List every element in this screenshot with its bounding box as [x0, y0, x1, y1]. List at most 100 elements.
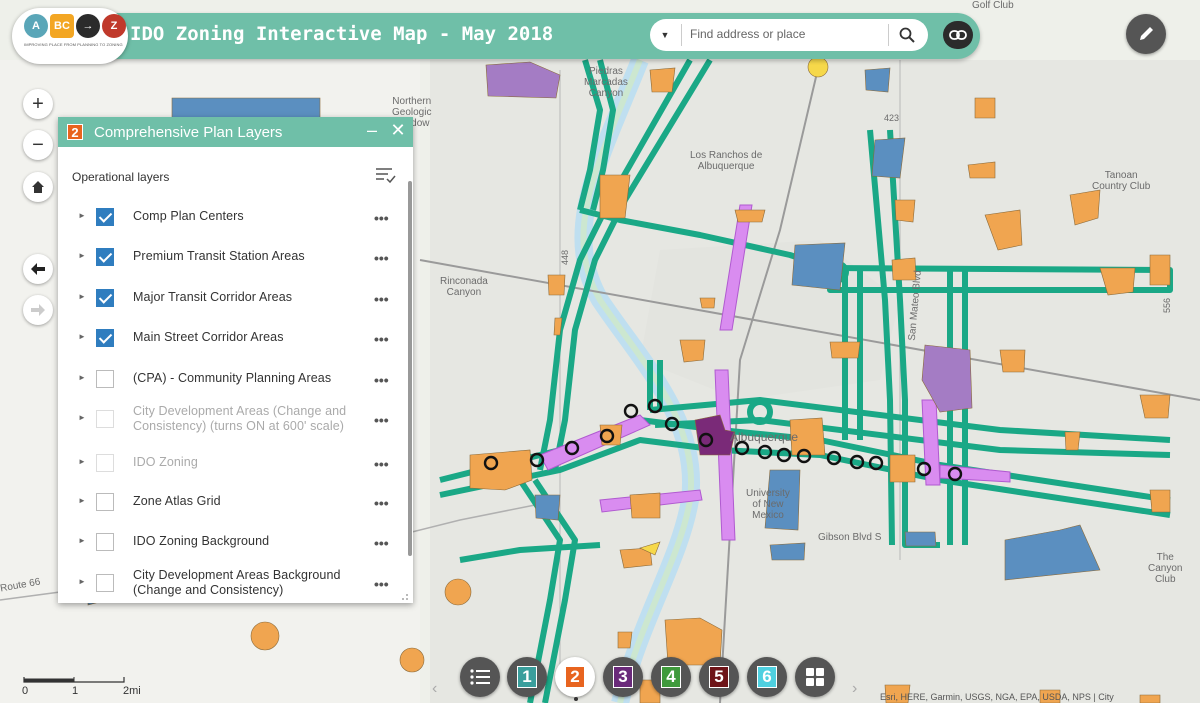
search-button[interactable] [894, 23, 920, 47]
logo-letter: BC [50, 14, 74, 38]
layer-visibility-checkbox[interactable] [96, 574, 114, 592]
home-button[interactable] [23, 172, 53, 202]
layer-row[interactable]: ► IDO Zoning Background ••• [58, 524, 408, 564]
layer-more-options-icon[interactable]: ••• [374, 291, 389, 307]
center-blue [791, 242, 846, 291]
next-extent-button[interactable] [23, 295, 53, 325]
layer-more-options-icon[interactable]: ••• [374, 250, 389, 266]
link-icon [949, 30, 967, 40]
expand-caret-icon[interactable]: ► [78, 211, 86, 220]
chevron-left-icon[interactable]: ‹ [432, 680, 437, 698]
layer-visibility-checkbox[interactable] [96, 533, 114, 551]
draw-tool-button[interactable] [1126, 14, 1166, 54]
previous-extent-button[interactable] [23, 254, 53, 284]
center-orange [734, 209, 766, 223]
center-yellow-circle [807, 56, 829, 78]
minimize-button[interactable]: – [364, 120, 380, 142]
widget-6-button[interactable]: 6 [747, 657, 787, 697]
widget-number: 4 [661, 666, 681, 688]
layer-row[interactable]: ► Premium Transit Station Areas ••• [58, 239, 408, 279]
layer-label: IDO Zoning [133, 455, 198, 469]
map-label: Rinconada Canyon [440, 276, 488, 298]
center-orange [974, 97, 996, 119]
layer-row[interactable]: ► IDO Zoning ••• [58, 445, 408, 485]
map-label: 556 [1162, 297, 1173, 314]
layer-more-options-icon[interactable]: ••• [374, 535, 389, 551]
expand-caret-icon[interactable]: ► [78, 457, 86, 466]
widget-5-button[interactable]: 5 [699, 657, 739, 697]
layer-visibility-checkbox[interactable] [96, 289, 114, 307]
center-orange [699, 297, 716, 309]
layer-visibility-checkbox[interactable] [96, 208, 114, 226]
scrollbar[interactable] [408, 181, 412, 556]
zoom-in-button[interactable]: + [23, 89, 53, 119]
layer-visibility-checkbox[interactable] [96, 329, 114, 347]
layer-visibility-checkbox[interactable] [96, 493, 114, 511]
widget-number: 5 [709, 666, 729, 688]
layer-list-widget-button[interactable] [460, 657, 500, 697]
search-source-dropdown[interactable]: ▼ [650, 19, 680, 51]
layer-label: Major Transit Corridor Areas [133, 290, 293, 304]
expand-caret-icon[interactable]: ► [78, 536, 86, 545]
minus-icon: − [32, 133, 44, 156]
expand-caret-icon[interactable]: ► [78, 332, 86, 341]
center-orange [679, 339, 706, 363]
grid-icon [806, 668, 824, 686]
expand-caret-icon[interactable]: ► [78, 373, 86, 382]
close-button[interactable]: ✕ [389, 120, 407, 142]
expand-caret-icon[interactable]: ► [78, 292, 86, 301]
expand-caret-icon[interactable]: ► [78, 496, 86, 505]
layer-more-options-icon[interactable]: ••• [374, 412, 389, 428]
chevron-right-icon[interactable]: › [852, 680, 857, 698]
search-input[interactable] [690, 23, 886, 45]
logo-tagline: IMPROVING PLACE FROM PLANNING TO ZONING [24, 42, 123, 47]
layer-row[interactable]: ► Major Transit Corridor Areas ••• [58, 280, 408, 320]
app-title: IDO Zoning Interactive Map - May 2018 [130, 23, 554, 45]
layer-more-options-icon[interactable]: ••• [374, 372, 389, 388]
search-icon [899, 27, 915, 43]
map-label: Golf Club [972, 0, 1014, 11]
app-logo[interactable]: A BC → Z IMPROVING PLACE FROM PLANNING T… [12, 8, 128, 64]
layer-visibility-checkbox[interactable] [96, 410, 114, 428]
layer-row[interactable]: ► Main Street Corridor Areas ••• [58, 320, 408, 360]
layer-row[interactable]: ► City Development Areas (Change and Cons… [58, 401, 408, 441]
layer-more-options-icon[interactable]: ••• [374, 576, 389, 592]
layer-row[interactable]: ► Zone Atlas Grid ••• [58, 484, 408, 524]
expand-caret-icon[interactable]: ► [78, 251, 86, 260]
widget-2-button[interactable]: 2 [555, 657, 595, 697]
layer-visibility-checkbox[interactable] [96, 454, 114, 472]
widget-4-button[interactable]: 4 [651, 657, 691, 697]
share-link-button[interactable] [943, 21, 973, 49]
widget-3-button[interactable]: 3 [603, 657, 643, 697]
layer-row[interactable]: ► (CPA) - Community Planning Areas ••• [58, 361, 408, 401]
map-label: The Canyon Club [1148, 552, 1183, 585]
map-attribution[interactable]: Esri, HERE, Garmin, USGS, NGA, EPA, USDA… [880, 692, 1200, 702]
layer-visibility-checkbox[interactable] [96, 370, 114, 388]
widget-1-button[interactable]: 1 [507, 657, 547, 697]
layer-row[interactable]: ► City Development Areas Background (Chan… [58, 565, 408, 605]
center-blue [871, 137, 906, 179]
layer-label: Comp Plan Centers [133, 209, 244, 223]
expand-caret-icon[interactable]: ► [78, 413, 86, 422]
layer-more-options-icon[interactable]: ••• [374, 456, 389, 472]
layer-more-options-icon[interactable]: ••• [374, 210, 389, 226]
layer-more-options-icon[interactable]: ••• [374, 331, 389, 347]
layer-label: (CPA) - Community Planning Areas [133, 371, 332, 385]
center-blue [864, 67, 891, 93]
layer-visibility-checkbox[interactable] [96, 248, 114, 266]
divider [888, 24, 889, 46]
close-icon: ✕ [390, 120, 406, 140]
widget-grid-button[interactable] [795, 657, 835, 697]
map-label: Gibson Blvd S [818, 532, 882, 543]
layer-row[interactable]: ► Comp Plan Centers ••• [58, 199, 408, 239]
layer-more-options-icon[interactable]: ••• [374, 495, 389, 511]
widget-number: 2 [565, 666, 585, 688]
zoom-out-button[interactable]: − [23, 130, 53, 160]
expand-caret-icon[interactable]: ► [78, 577, 86, 586]
layer-label: Main Street Corridor Areas [133, 330, 284, 344]
center-blue [534, 494, 561, 521]
resize-grip-icon[interactable] [401, 593, 409, 601]
layer-options-icon[interactable] [374, 165, 396, 185]
center-orange [1139, 394, 1171, 419]
minimize-icon: – [366, 120, 377, 140]
